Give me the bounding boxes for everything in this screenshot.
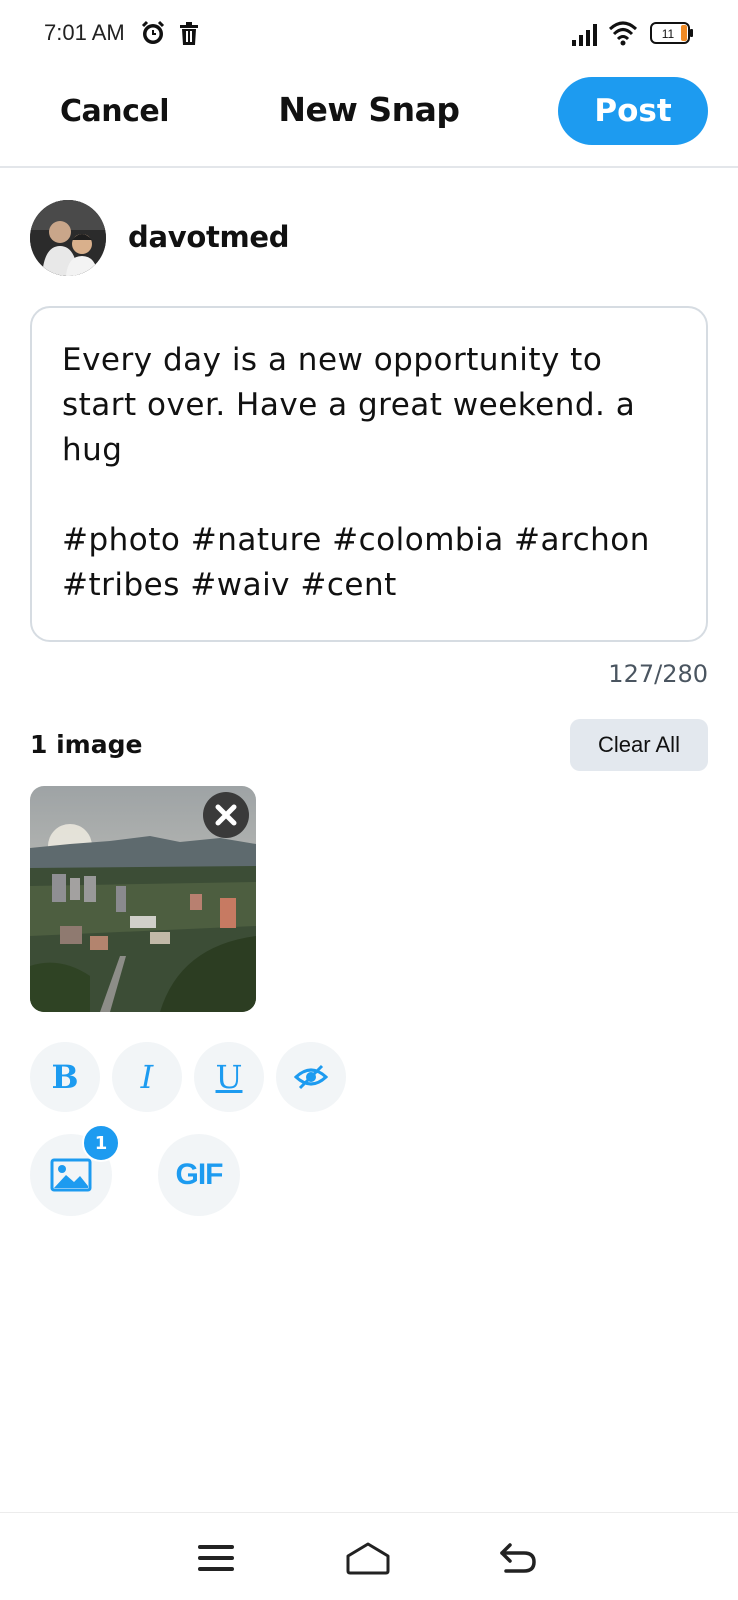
avatar[interactable] [30, 200, 106, 276]
back-icon [500, 1542, 536, 1573]
compose-textarea[interactable]: Every day is a new opportunity to start … [30, 306, 708, 642]
status-time: 7:01 AM [44, 20, 125, 45]
menu-icon [198, 1544, 234, 1571]
battery-icon: 11 [650, 22, 694, 48]
image-count-badge: 1 [82, 1124, 120, 1162]
trash-icon [178, 22, 200, 50]
compose-header: Cancel New Snap Post [0, 68, 738, 168]
close-icon [215, 804, 237, 826]
underline-button[interactable]: U [194, 1042, 264, 1112]
underline-label: U [215, 1058, 243, 1096]
status-bar: 7:01 AM 11 [0, 0, 738, 68]
image-icon [50, 1158, 92, 1192]
menu-button[interactable] [192, 1539, 240, 1579]
cancel-button[interactable]: Cancel [60, 94, 170, 129]
username: davotmed [128, 220, 290, 254]
hide-button[interactable] [276, 1042, 346, 1112]
character-count: 127/280 [608, 660, 708, 688]
bold-button[interactable]: B [30, 1042, 100, 1112]
back-button[interactable] [494, 1539, 542, 1579]
home-button[interactable] [344, 1539, 392, 1579]
italic-button[interactable]: I [112, 1042, 182, 1112]
gif-label: GIF [175, 1158, 224, 1191]
alarm-icon [140, 20, 166, 50]
italic-label: I [140, 1058, 154, 1096]
remove-image-button[interactable] [203, 792, 249, 838]
home-icon [346, 1542, 390, 1574]
post-button[interactable]: Post [558, 77, 708, 145]
svg-text:11: 11 [662, 27, 675, 41]
wifi-icon [608, 20, 638, 50]
signal-icon [572, 24, 600, 50]
eye-off-icon [294, 1064, 328, 1090]
gif-button[interactable]: GIF [158, 1134, 240, 1216]
system-nav-bar [0, 1512, 738, 1600]
image-count: 1 image [30, 730, 143, 759]
compose-text: Every day is a new opportunity to start … [62, 342, 650, 603]
clear-all-button[interactable]: Clear All [570, 719, 708, 771]
bold-label: B [51, 1058, 79, 1096]
